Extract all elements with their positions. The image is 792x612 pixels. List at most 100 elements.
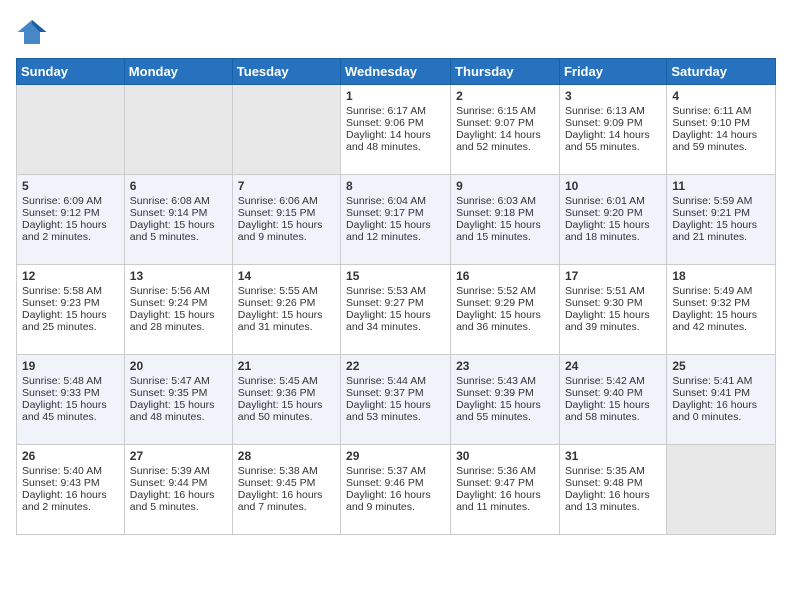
sunset-text: Sunset: 9:26 PM — [238, 297, 316, 309]
daylight-text: Daylight: 16 hours and 13 minutes. — [565, 489, 650, 513]
day-cell: 6Sunrise: 6:08 AMSunset: 9:14 PMDaylight… — [124, 175, 232, 265]
sunset-text: Sunset: 9:20 PM — [565, 207, 643, 219]
day-cell: 24Sunrise: 5:42 AMSunset: 9:40 PMDayligh… — [559, 355, 666, 445]
daylight-text: Daylight: 14 hours and 52 minutes. — [456, 129, 541, 153]
sunset-text: Sunset: 9:09 PM — [565, 117, 643, 129]
day-cell: 29Sunrise: 5:37 AMSunset: 9:46 PMDayligh… — [341, 445, 451, 535]
sunset-text: Sunset: 9:29 PM — [456, 297, 534, 309]
daylight-text: Daylight: 16 hours and 9 minutes. — [346, 489, 431, 513]
day-number: 17 — [565, 269, 661, 283]
sunrise-text: Sunrise: 5:41 AM — [672, 375, 752, 387]
day-number: 19 — [22, 359, 119, 373]
daylight-text: Daylight: 15 hours and 18 minutes. — [565, 219, 650, 243]
day-number: 12 — [22, 269, 119, 283]
day-cell: 26Sunrise: 5:40 AMSunset: 9:43 PMDayligh… — [17, 445, 125, 535]
sunrise-text: Sunrise: 6:13 AM — [565, 105, 645, 117]
sunset-text: Sunset: 9:45 PM — [238, 477, 316, 489]
day-number: 24 — [565, 359, 661, 373]
week-row: 12Sunrise: 5:58 AMSunset: 9:23 PMDayligh… — [17, 265, 776, 355]
day-number: 4 — [672, 89, 770, 103]
header-cell-tuesday: Tuesday — [232, 59, 340, 85]
daylight-text: Daylight: 15 hours and 34 minutes. — [346, 309, 431, 333]
day-cell: 22Sunrise: 5:44 AMSunset: 9:37 PMDayligh… — [341, 355, 451, 445]
sunrise-text: Sunrise: 5:35 AM — [565, 465, 645, 477]
calendar-table: SundayMondayTuesdayWednesdayThursdayFrid… — [16, 58, 776, 535]
daylight-text: Daylight: 14 hours and 48 minutes. — [346, 129, 431, 153]
day-number: 30 — [456, 449, 554, 463]
sunrise-text: Sunrise: 6:03 AM — [456, 195, 536, 207]
daylight-text: Daylight: 15 hours and 42 minutes. — [672, 309, 757, 333]
header-row: SundayMondayTuesdayWednesdayThursdayFrid… — [17, 59, 776, 85]
day-cell — [17, 85, 125, 175]
sunrise-text: Sunrise: 5:44 AM — [346, 375, 426, 387]
sunset-text: Sunset: 9:35 PM — [130, 387, 208, 399]
sunrise-text: Sunrise: 5:39 AM — [130, 465, 210, 477]
day-number: 21 — [238, 359, 335, 373]
day-number: 25 — [672, 359, 770, 373]
day-number: 28 — [238, 449, 335, 463]
day-number: 10 — [565, 179, 661, 193]
sunset-text: Sunset: 9:41 PM — [672, 387, 750, 399]
sunrise-text: Sunrise: 6:04 AM — [346, 195, 426, 207]
week-row: 5Sunrise: 6:09 AMSunset: 9:12 PMDaylight… — [17, 175, 776, 265]
sunrise-text: Sunrise: 6:15 AM — [456, 105, 536, 117]
sunrise-text: Sunrise: 5:36 AM — [456, 465, 536, 477]
daylight-text: Daylight: 16 hours and 7 minutes. — [238, 489, 323, 513]
sunrise-text: Sunrise: 5:55 AM — [238, 285, 318, 297]
daylight-text: Daylight: 16 hours and 2 minutes. — [22, 489, 107, 513]
daylight-text: Daylight: 15 hours and 2 minutes. — [22, 219, 107, 243]
sunrise-text: Sunrise: 6:06 AM — [238, 195, 318, 207]
sunrise-text: Sunrise: 6:17 AM — [346, 105, 426, 117]
day-number: 9 — [456, 179, 554, 193]
day-number: 13 — [130, 269, 227, 283]
sunrise-text: Sunrise: 5:47 AM — [130, 375, 210, 387]
daylight-text: Daylight: 15 hours and 36 minutes. — [456, 309, 541, 333]
sunset-text: Sunset: 9:17 PM — [346, 207, 424, 219]
day-cell — [667, 445, 776, 535]
day-cell: 14Sunrise: 5:55 AMSunset: 9:26 PMDayligh… — [232, 265, 340, 355]
page-header — [16, 16, 776, 48]
daylight-text: Daylight: 15 hours and 58 minutes. — [565, 399, 650, 423]
day-number: 20 — [130, 359, 227, 373]
sunrise-text: Sunrise: 6:11 AM — [672, 105, 751, 117]
sunset-text: Sunset: 9:32 PM — [672, 297, 750, 309]
calendar-body: 1Sunrise: 6:17 AMSunset: 9:06 PMDaylight… — [17, 85, 776, 535]
sunrise-text: Sunrise: 5:45 AM — [238, 375, 318, 387]
header-cell-saturday: Saturday — [667, 59, 776, 85]
day-number: 2 — [456, 89, 554, 103]
day-number: 6 — [130, 179, 227, 193]
sunrise-text: Sunrise: 6:09 AM — [22, 195, 102, 207]
daylight-text: Daylight: 15 hours and 21 minutes. — [672, 219, 757, 243]
daylight-text: Daylight: 15 hours and 9 minutes. — [238, 219, 323, 243]
daylight-text: Daylight: 15 hours and 5 minutes. — [130, 219, 215, 243]
header-cell-monday: Monday — [124, 59, 232, 85]
day-cell: 5Sunrise: 6:09 AMSunset: 9:12 PMDaylight… — [17, 175, 125, 265]
day-number: 15 — [346, 269, 445, 283]
day-cell: 8Sunrise: 6:04 AMSunset: 9:17 PMDaylight… — [341, 175, 451, 265]
sunset-text: Sunset: 9:37 PM — [346, 387, 424, 399]
sunset-text: Sunset: 9:40 PM — [565, 387, 643, 399]
daylight-text: Daylight: 15 hours and 55 minutes. — [456, 399, 541, 423]
day-cell: 10Sunrise: 6:01 AMSunset: 9:20 PMDayligh… — [559, 175, 666, 265]
day-cell: 20Sunrise: 5:47 AMSunset: 9:35 PMDayligh… — [124, 355, 232, 445]
day-number: 26 — [22, 449, 119, 463]
daylight-text: Daylight: 15 hours and 31 minutes. — [238, 309, 323, 333]
sunset-text: Sunset: 9:30 PM — [565, 297, 643, 309]
sunset-text: Sunset: 9:43 PM — [22, 477, 100, 489]
daylight-text: Daylight: 15 hours and 45 minutes. — [22, 399, 107, 423]
day-number: 16 — [456, 269, 554, 283]
day-cell: 31Sunrise: 5:35 AMSunset: 9:48 PMDayligh… — [559, 445, 666, 535]
day-cell: 30Sunrise: 5:36 AMSunset: 9:47 PMDayligh… — [451, 445, 560, 535]
logo — [16, 16, 52, 48]
day-cell: 25Sunrise: 5:41 AMSunset: 9:41 PMDayligh… — [667, 355, 776, 445]
day-cell — [232, 85, 340, 175]
daylight-text: Daylight: 15 hours and 39 minutes. — [565, 309, 650, 333]
sunset-text: Sunset: 9:14 PM — [130, 207, 208, 219]
day-cell: 23Sunrise: 5:43 AMSunset: 9:39 PMDayligh… — [451, 355, 560, 445]
day-cell — [124, 85, 232, 175]
day-cell: 28Sunrise: 5:38 AMSunset: 9:45 PMDayligh… — [232, 445, 340, 535]
day-number: 11 — [672, 179, 770, 193]
day-cell: 2Sunrise: 6:15 AMSunset: 9:07 PMDaylight… — [451, 85, 560, 175]
day-number: 5 — [22, 179, 119, 193]
day-cell: 18Sunrise: 5:49 AMSunset: 9:32 PMDayligh… — [667, 265, 776, 355]
